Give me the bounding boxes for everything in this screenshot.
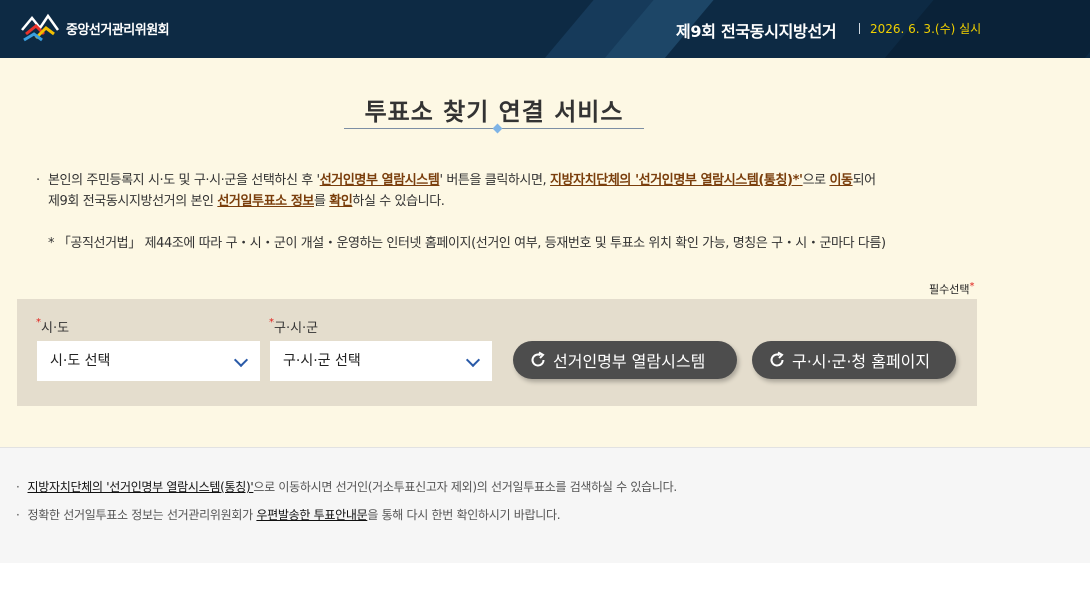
election-title: 제9회 전국동시지방선거 xyxy=(676,22,837,41)
main-content: 투표소 찾기 연결 서비스 · 본인의 주민등록지 시·도 및 구·시·군을 선… xyxy=(0,58,1090,447)
local-gov-registry-link[interactable]: 지방자치단체의 '선거인명부 열람시스템(통칭)' xyxy=(28,480,254,494)
mailed-guide-link[interactable]: 우편발송한 투표안내문 xyxy=(256,508,367,522)
service-description: · 본인의 주민등록지 시·도 및 구·시·군을 선택하신 후 '선거인명부 열… xyxy=(36,170,1066,212)
sido-select[interactable]: 시·도 선택 xyxy=(37,341,260,381)
divider xyxy=(859,23,860,34)
gusigun-selected-value: 구·시·군 선택 xyxy=(283,353,361,369)
footer-note-2: · 정확한 선거일투표소 정보는 선거관리위원회가 우편발송한 투표안내문을 통해… xyxy=(16,508,561,522)
description-line-2: 제9회 전국동시지방선거의 본인 선거일투표소 정보를 확인하실 수 있습니다. xyxy=(48,194,445,209)
polling-place-info-text: 선거일투표소 정보 xyxy=(217,194,314,209)
bullet-icon: · xyxy=(16,480,20,494)
required-star-icon: * xyxy=(969,281,975,292)
move-text: 이동 xyxy=(829,173,853,188)
registry-system-button[interactable]: 선거인명부 열람시스템 xyxy=(513,341,737,379)
gusigun-select[interactable]: 구·시·군 선택 xyxy=(270,341,492,381)
confirm-text: 확인 xyxy=(329,194,353,209)
org-name: 중앙선거관리위원회 xyxy=(66,22,170,38)
required-note: 필수선택* xyxy=(929,281,975,296)
law-note: * 「공직선거법」 제44조에 따라 구・시・군이 개설・운영하는 인터넷 홈페… xyxy=(48,236,886,251)
election-logo-icon xyxy=(21,13,60,42)
local-homepage-button-label: 구·시·군·청 홈페이지 xyxy=(792,352,931,371)
bullet-icon: · xyxy=(16,508,20,522)
chevron-down-icon xyxy=(465,352,481,368)
description-line-1: 본인의 주민등록지 시·도 및 구·시·군을 선택하신 후 '선거인명부 열람시… xyxy=(48,173,876,188)
chevron-down-icon xyxy=(233,352,249,368)
election-date: 2026. 6. 3.(수) 실시 xyxy=(870,22,982,36)
site-logo[interactable]: 중앙선거관리위원회 xyxy=(18,12,170,44)
sido-selected-value: 시·도 선택 xyxy=(50,353,111,369)
refresh-icon xyxy=(531,351,545,367)
footer-note-1: · 지방자치단체의 '선거인명부 열람시스템(통칭)'으로 이동하시면 선거인(거… xyxy=(16,480,677,494)
sido-label: *시·도 xyxy=(36,317,70,336)
local-homepage-button[interactable]: 구·시·군·청 홈페이지 xyxy=(752,341,956,379)
footer-notes: · 지방자치단체의 '선거인명부 열람시스템(통칭)'으로 이동하시면 선거인(거… xyxy=(0,447,1090,563)
region-select-panel: *시·도 시·도 선택 *구·시·군 구·시·군 선택 선거인명부 열람시스템 … xyxy=(17,299,977,406)
bullet-icon: · xyxy=(36,173,40,188)
refresh-icon xyxy=(770,351,784,367)
registry-system-button-label: 선거인명부 열람시스템 xyxy=(553,352,706,371)
gusigun-label: *구·시·군 xyxy=(269,317,319,336)
site-header: 중앙선거관리위원회 제9회 전국동시지방선거 2026. 6. 3.(수) 실시 xyxy=(0,0,1090,58)
local-gov-registry-text: 지방자치단체의 '선거인명부 열람시스템(통칭)*' xyxy=(550,173,803,188)
registry-system-text: 선거인명부 열람시스템 xyxy=(319,173,440,188)
page-title: 투표소 찾기 연결 서비스 xyxy=(364,98,624,126)
